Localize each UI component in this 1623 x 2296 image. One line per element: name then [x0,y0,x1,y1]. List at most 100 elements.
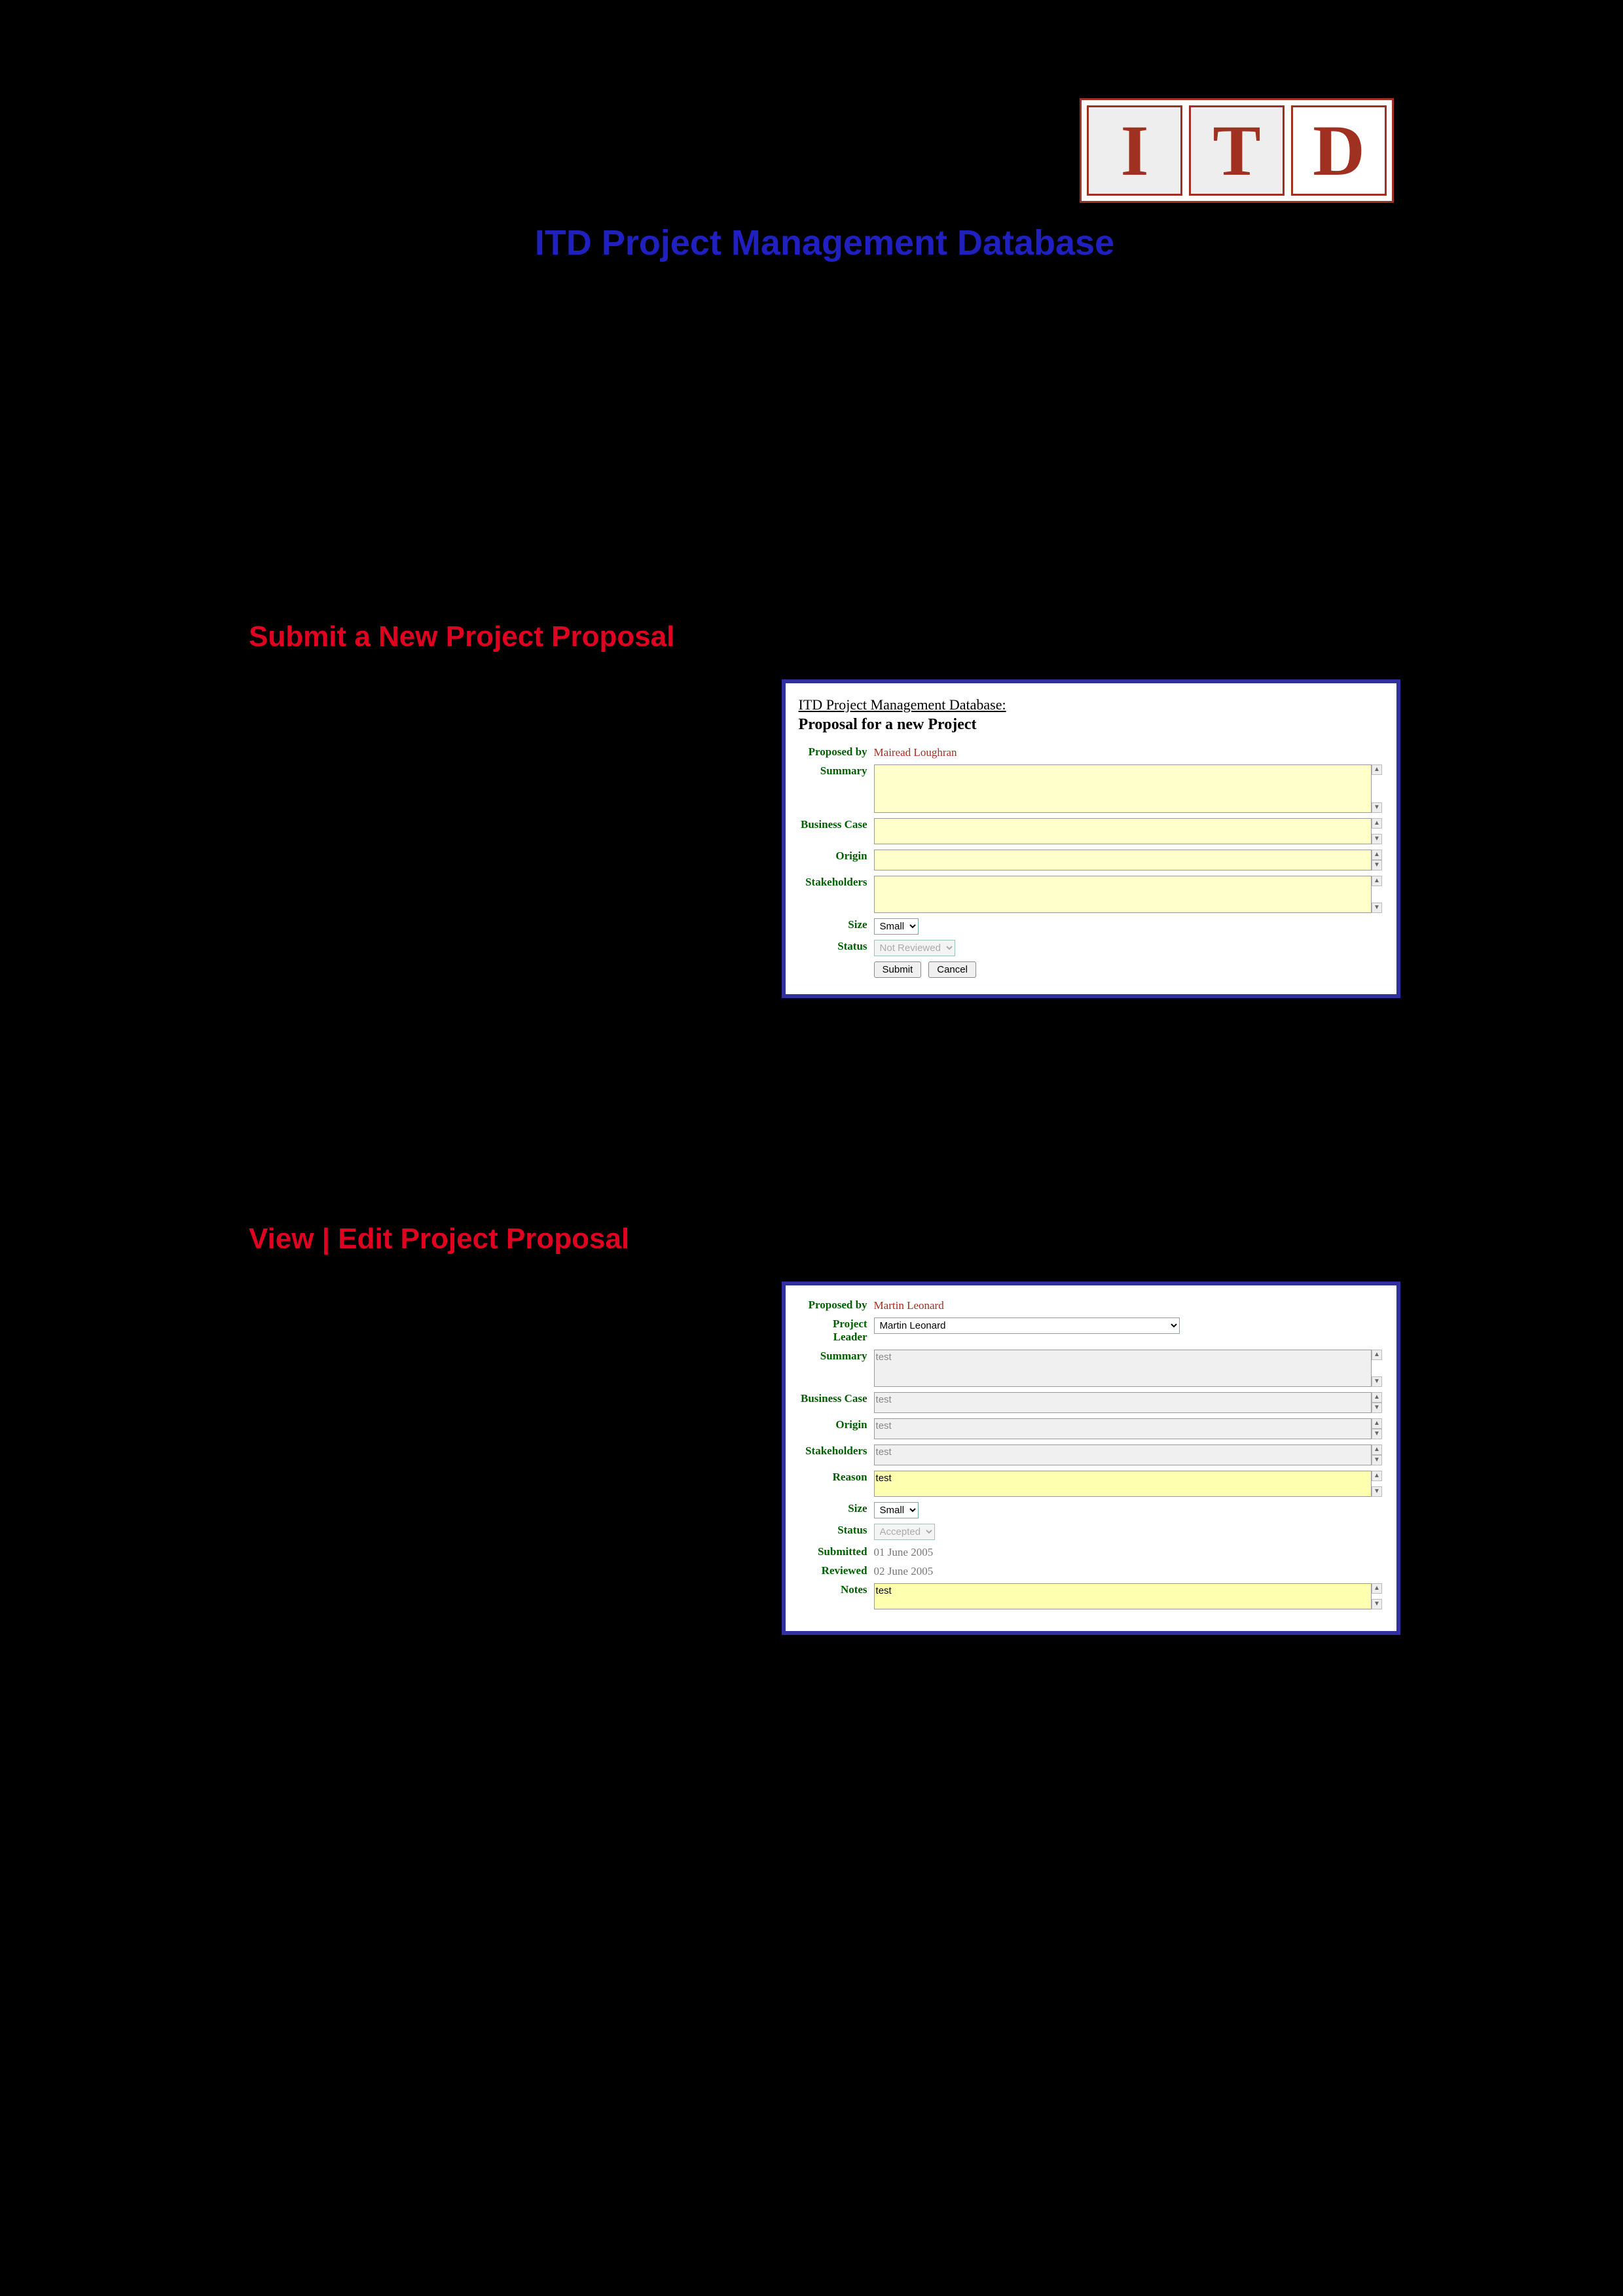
stakeholders-textarea[interactable] [874,1444,1372,1465]
page-title: ITD Project Management Database [249,223,1400,263]
notes-row: Notes ▲▼ [799,1583,1383,1609]
scrollbar[interactable]: ▲▼ [1372,876,1383,913]
origin-textarea[interactable] [874,1418,1372,1439]
view-text: All Project proposals can be viewed by a… [249,1282,756,1460]
scroll-down-icon[interactable]: ▼ [1372,1403,1382,1413]
summary-row: Summary ▲▼ [799,764,1383,813]
business-case-textarea[interactable] [874,818,1372,844]
logo-letter-i: I [1087,105,1182,196]
reason-label: Reason [799,1471,874,1484]
proposed-by-label: Proposed by [799,745,874,759]
business-case-textarea[interactable] [874,1392,1372,1413]
size-label: Size [799,918,874,931]
scrollbar[interactable]: ▲▼ [1372,850,1383,870]
db-title-link[interactable]: ITD Project Management Database: [799,696,1383,713]
size-row: Size Small [799,918,1383,935]
intro-paragraph-3: PMDB will continue to be enhanced over t… [249,495,1400,562]
scrollbar[interactable]: ▲▼ [1372,1583,1383,1609]
scrollbar[interactable]: ▲▼ [1372,1444,1383,1465]
button-row: Submit Cancel [874,961,1383,978]
view-p2: Accepted projects appear under "All Proj… [249,1668,1400,1701]
stakeholders-label: Stakeholders [799,876,874,889]
view-p3: Rejected Projects remain in the list of … [249,1734,1400,1801]
scrollbar[interactable]: ▲▼ [1372,1418,1383,1439]
cancel-button[interactable]: Cancel [928,961,976,978]
scroll-down-icon[interactable]: ▼ [1372,1429,1382,1439]
view-screenshot-wrap: Proposed by Martin Leonard Project Leade… [782,1282,1400,1635]
status-row: Status Accepted [799,1524,1383,1540]
proposed-by-row: Proposed by Martin Leonard [799,1299,1383,1312]
scroll-up-icon[interactable]: ▲ [1372,1471,1382,1481]
business-case-label: Business Case [799,1392,874,1405]
stakeholders-textarea[interactable] [874,876,1372,913]
notes-label: Notes [799,1583,874,1596]
notes-textarea[interactable] [874,1583,1372,1609]
origin-row: Origin ▲▼ [799,1418,1383,1439]
scroll-up-icon[interactable]: ▲ [1372,1350,1382,1360]
logo-letter-t: T [1189,105,1285,196]
reason-textarea[interactable] [874,1471,1372,1497]
summary-row: Summary ▲▼ [799,1350,1383,1387]
size-row: Size Small [799,1502,1383,1518]
scrollbar[interactable]: ▲▼ [1372,1392,1383,1413]
scroll-up-icon[interactable]: ▲ [1372,1418,1382,1429]
submit-p4: If rejected, a reason will be supplied, … [249,1130,1400,1164]
scroll-up-icon[interactable]: ▲ [1372,1392,1382,1403]
scroll-up-icon[interactable]: ▲ [1372,1444,1382,1455]
reviewed-value: 02 June 2005 [874,1565,934,1577]
section-heading-submit: Submit a New Project Proposal [249,620,1400,653]
itd-logo: I T D [1080,98,1394,203]
proposed-by-label: Proposed by [799,1299,874,1312]
size-select[interactable]: Small [874,1502,919,1518]
scroll-down-icon[interactable]: ▼ [1372,1599,1382,1609]
submit-section: Any member of ITD can submit a project p… [249,679,1400,998]
scroll-up-icon[interactable]: ▲ [1372,850,1382,860]
scroll-down-icon[interactable]: ▼ [1372,1455,1382,1465]
status-select: Accepted [874,1524,935,1540]
summary-label: Summary [799,1350,874,1363]
scroll-down-icon[interactable]: ▼ [1372,1486,1382,1497]
status-label: Status [799,940,874,953]
scrollbar[interactable]: ▲▼ [1372,1350,1383,1387]
submit-p3: The proposal will be reviewed by the SMG… [249,1031,1400,1098]
scrollbar[interactable]: ▲▼ [1372,1471,1383,1497]
view-p1: All Project proposals can be viewed by a… [249,1304,756,1437]
summary-label: Summary [799,764,874,778]
submit-p2: The proposer should provide a brief summ… [249,791,756,857]
scroll-down-icon[interactable]: ▼ [1372,802,1382,813]
summary-textarea[interactable] [874,764,1372,813]
business-case-row: Business Case ▲▼ [799,818,1383,844]
scrollbar[interactable]: ▲▼ [1372,818,1383,844]
scroll-up-icon[interactable]: ▲ [1372,818,1382,829]
project-leader-row: Project Leader Martin Leonard [799,1318,1383,1344]
submitted-value: 01 June 2005 [874,1546,934,1558]
proposed-by-row: Proposed by Mairead Loughran [799,745,1383,759]
submit-screenshot-wrap: ITD Project Management Database: Proposa… [782,679,1400,998]
scroll-down-icon[interactable]: ▼ [1372,903,1382,913]
intro-paragraph-2: The database is accessed from the ITD ho… [249,429,1400,462]
reason-row: Reason ▲▼ [799,1471,1383,1497]
summary-textarea[interactable] [874,1350,1372,1387]
business-case-label: Business Case [799,818,874,831]
scroll-up-icon[interactable]: ▲ [1372,1583,1382,1594]
status-row: Status Not Reviewed [799,940,1383,956]
origin-label: Origin [799,850,874,863]
scroll-down-icon[interactable]: ▼ [1372,1376,1382,1387]
submit-p1: Any member of ITD can submit a project p… [249,702,756,768]
scroll-up-icon[interactable]: ▲ [1372,876,1382,886]
submitted-row: Submitted 01 June 2005 [799,1545,1383,1559]
project-leader-label: Project Leader [799,1318,874,1344]
scroll-down-icon[interactable]: ▼ [1372,860,1382,870]
scroll-up-icon[interactable]: ▲ [1372,764,1382,775]
section-heading-view: View | Edit Project Proposal [249,1223,1400,1255]
scroll-down-icon[interactable]: ▼ [1372,834,1382,844]
origin-textarea[interactable] [874,850,1372,870]
form-heading: Proposal for a new Project [799,716,1383,734]
stakeholders-label: Stakeholders [799,1444,874,1458]
project-leader-select[interactable]: Martin Leonard [874,1318,1180,1334]
size-select[interactable]: Small [874,918,919,935]
submit-button[interactable]: Submit [874,961,922,978]
scrollbar[interactable]: ▲▼ [1372,764,1383,813]
proposed-by-value: Mairead Loughran [874,746,957,759]
submit-text: Any member of ITD can submit a project p… [249,679,756,880]
